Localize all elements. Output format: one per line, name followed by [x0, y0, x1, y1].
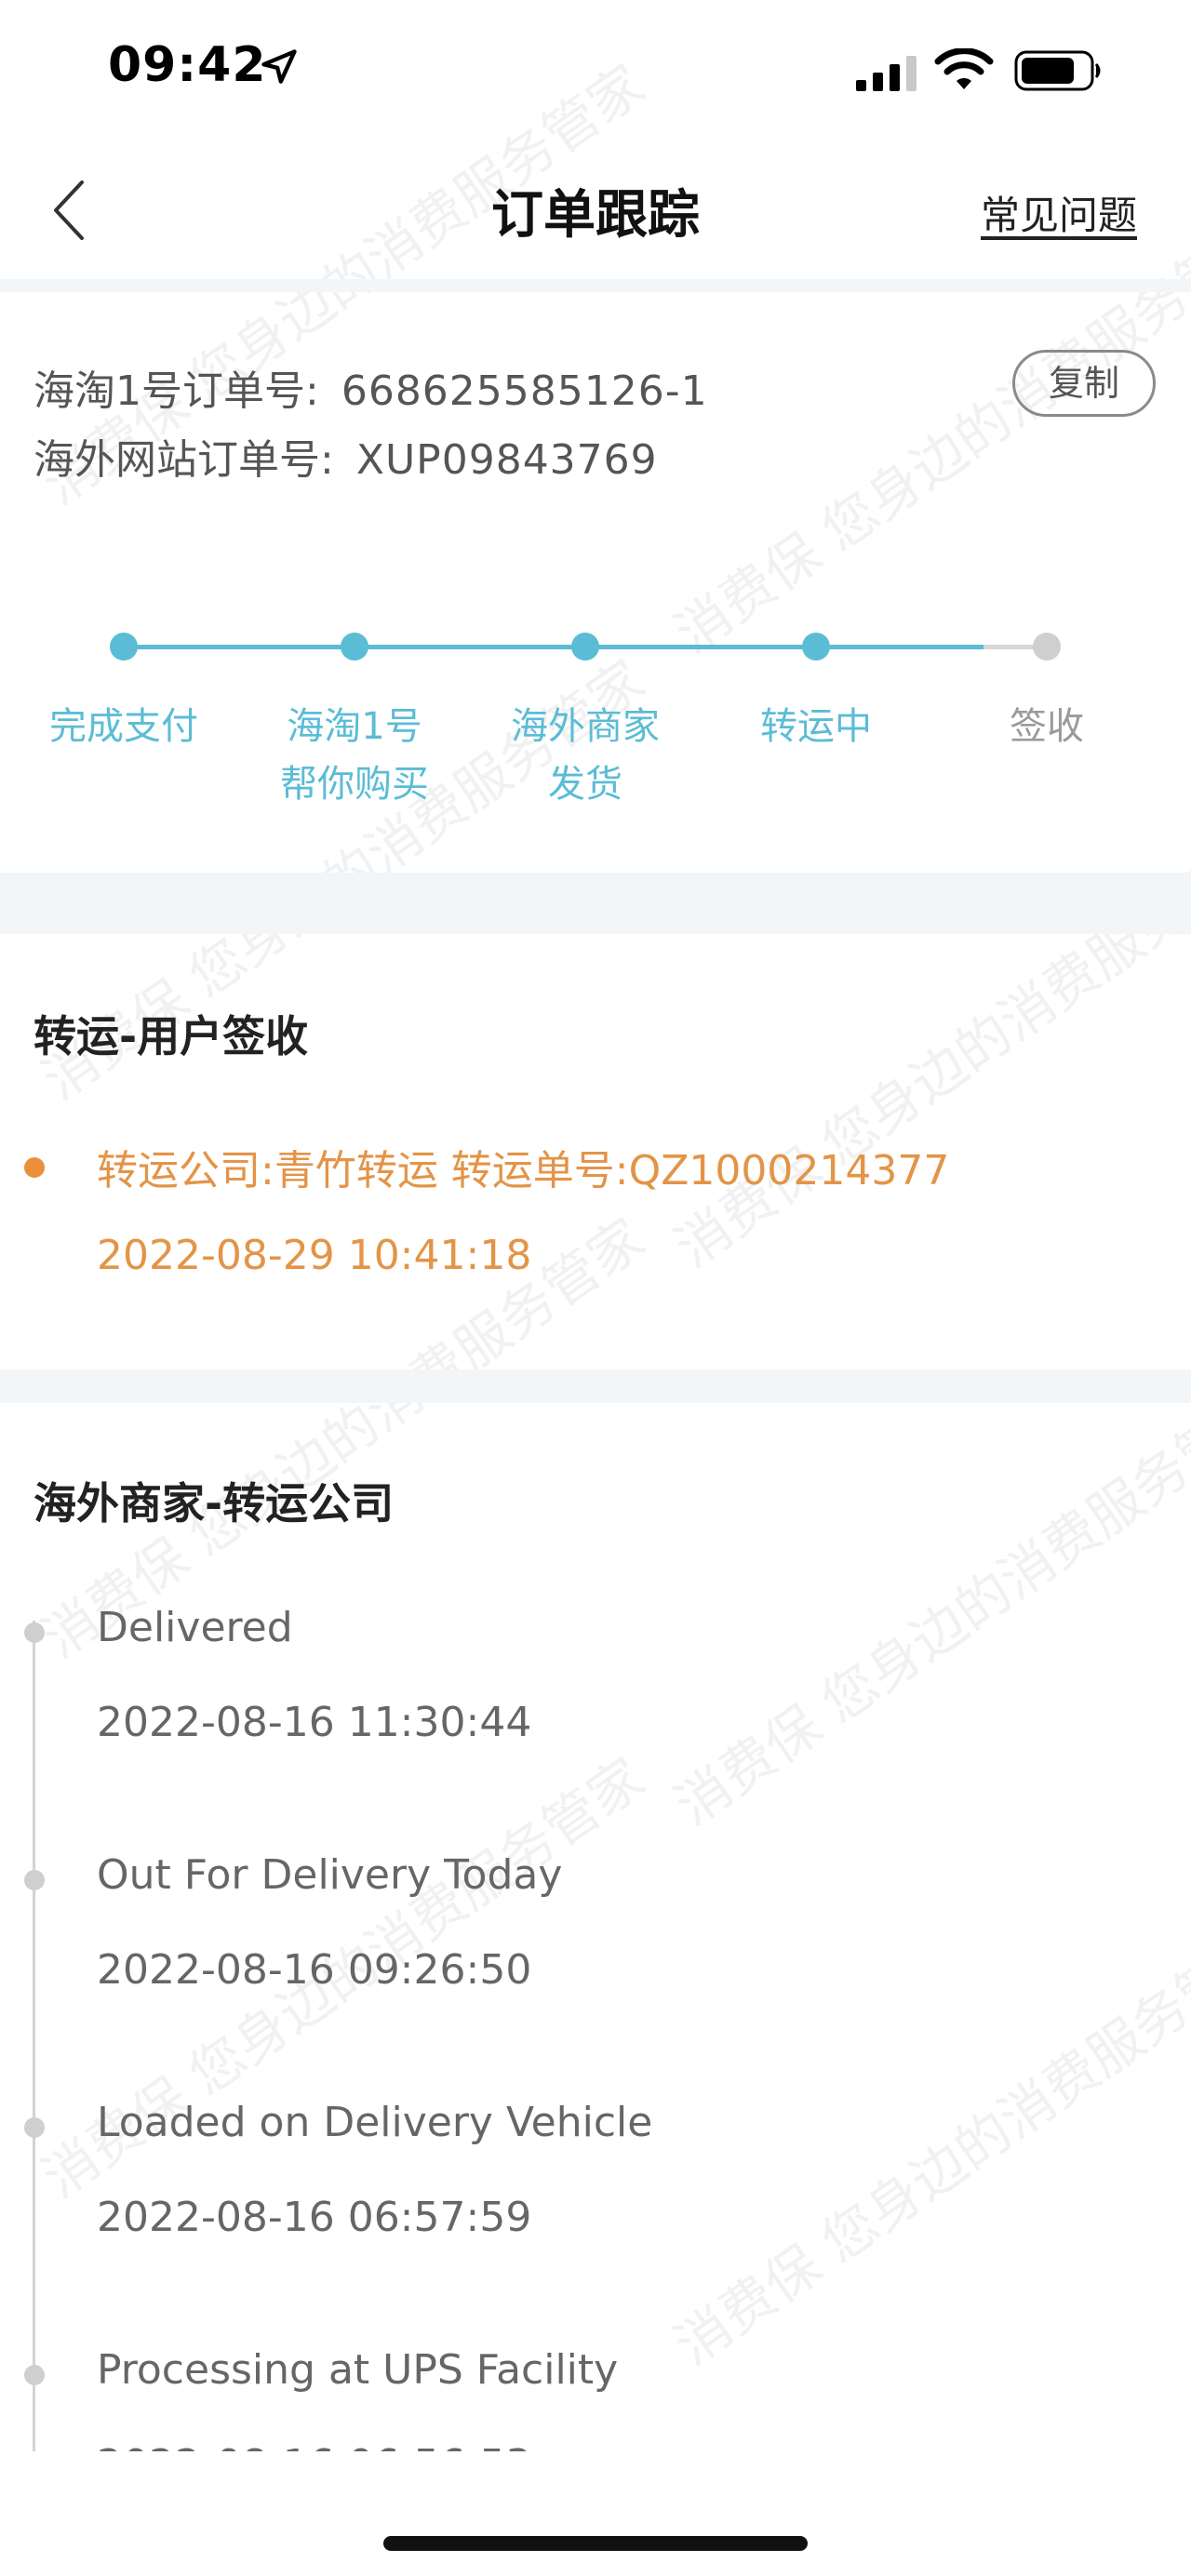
step-label-shipped: 海外商家 发货: [474, 698, 697, 813]
progress-track-done: [124, 645, 984, 649]
haitao-order-label: 海淘1号订单号:: [33, 367, 319, 415]
transfer-section-title: 转运-用户签收: [33, 1011, 309, 1061]
timeline-dot: [24, 2365, 45, 2385]
watermark: 消费保 您身边的消费服务管家: [663, 1913, 1191, 2378]
event-time: 2022-08-16 09:26:50: [97, 1946, 532, 1994]
timeline-dot: [24, 2117, 45, 2138]
section-divider: [0, 1369, 1191, 1403]
status-time: 09:42: [108, 37, 267, 93]
step-label-line: 帮你购买: [280, 763, 429, 806]
overseas-order-number: XUP09843769: [355, 436, 658, 484]
step-label-line: 发货: [548, 763, 622, 806]
overseas-order-line: 海外网站订单号: XUP09843769: [33, 426, 658, 486]
event-status: Loaded on Delivery Vehicle: [97, 2099, 653, 2146]
haitao-order-number: 668625585126-1: [341, 367, 708, 415]
event-status: Processing at UPS Facility: [97, 2346, 619, 2394]
event-time: 2022-08-16 06:57:59: [97, 2194, 532, 2241]
merchant-section-title: 海外商家-转运公司: [33, 1478, 395, 1528]
timeline-dot: [24, 1870, 45, 1890]
latest-status-dot: [24, 1157, 45, 1178]
step-label-line: 转运中: [760, 705, 872, 748]
faq-link[interactable]: 常见问题: [981, 184, 1137, 241]
overseas-order-label: 海外网站订单号:: [33, 436, 334, 484]
signal-icon: [856, 56, 917, 91]
home-indicator: [383, 2536, 808, 2551]
step-label-paid: 完成支付: [12, 698, 235, 755]
status-bar: 09:42: [0, 0, 1191, 140]
step-dot-received: [1033, 633, 1061, 661]
step-label-purchase: 海淘1号 帮你购买: [243, 698, 466, 813]
haitao-order-line: 海淘1号订单号: 668625585126-1: [33, 357, 708, 417]
step-label-transit: 转运中: [704, 698, 928, 755]
event-status: Delivered: [97, 1604, 293, 1651]
wifi-icon: [934, 48, 994, 89]
step-dot-paid: [110, 633, 138, 661]
location-arrow-icon: [261, 49, 297, 84]
step-dot-transit: [802, 633, 830, 661]
step-dot-purchase: [341, 633, 368, 661]
event-status: Out For Delivery Today: [97, 1851, 563, 1899]
copy-button[interactable]: 复制: [1012, 350, 1156, 417]
event-time: 2022-08-16 11:30:44: [97, 1699, 532, 1746]
battery-icon: [1014, 50, 1101, 91]
step-dot-shipped: [571, 633, 599, 661]
step-label-line: 海外商家: [511, 705, 660, 748]
timeline-dot: [24, 1622, 45, 1643]
transfer-entry-text: 转运公司:青竹转运 转运单号:QZ1000214377: [97, 1147, 950, 1195]
timeline-line: [33, 1621, 35, 2467]
bottom-safe-area: [0, 2451, 1191, 2576]
section-divider: [0, 873, 1191, 934]
step-label-line: 签收: [1010, 705, 1084, 748]
transfer-entry-time: 2022-08-29 10:41:18: [97, 1232, 532, 1279]
step-label-line: 海淘1号: [287, 705, 422, 748]
step-label-received: 签收: [935, 698, 1158, 755]
step-label-line: 完成支付: [49, 705, 198, 748]
watermark: 消费保 您身边的消费服务管家: [663, 1373, 1191, 1838]
divider: [0, 279, 1191, 292]
